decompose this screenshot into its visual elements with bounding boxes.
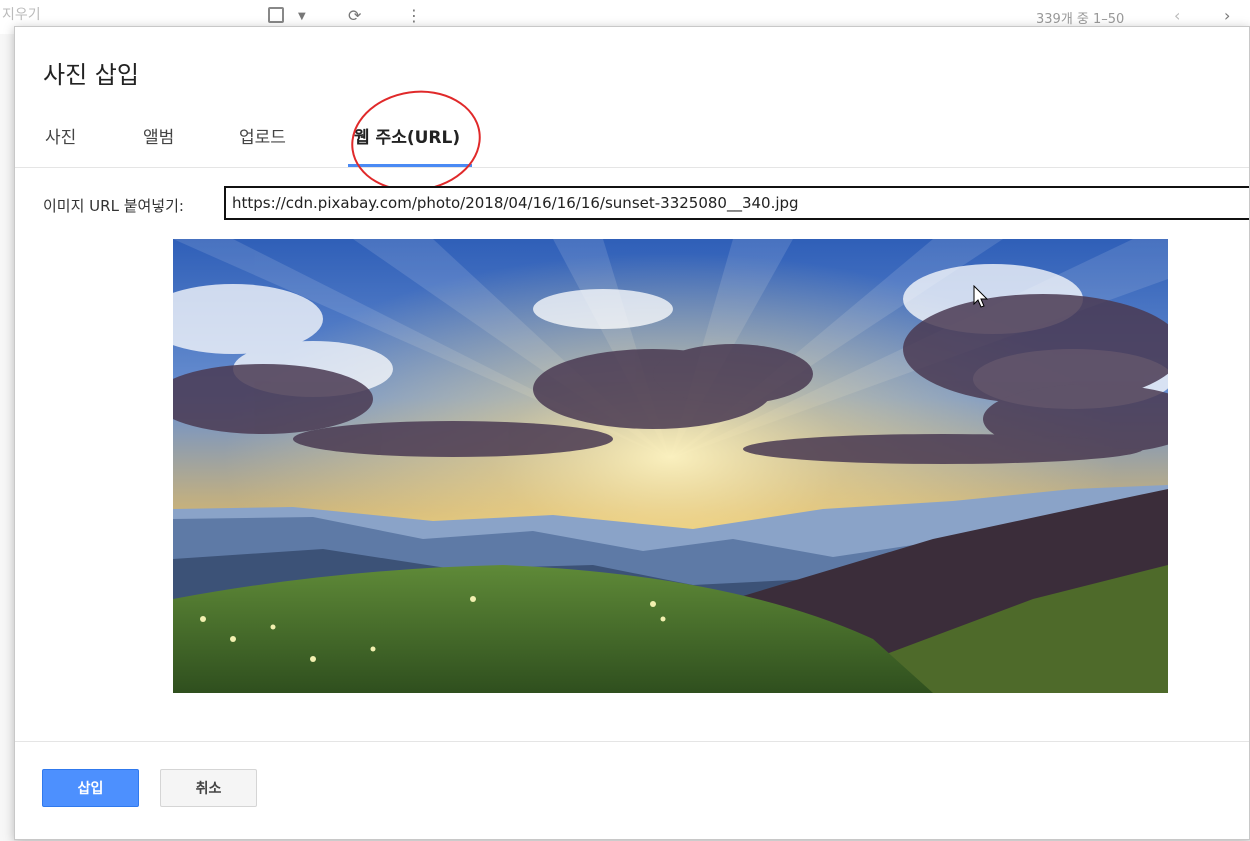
background-label: 지우기 [2, 7, 41, 23]
tab-bar: 사진 앨범 업로드 웹 주소(URL) [15, 115, 1249, 168]
refresh-icon[interactable]: ⟳ [348, 6, 361, 25]
more-options-icon[interactable]: ⋮ [406, 6, 422, 25]
mouse-pointer-icon [973, 284, 989, 313]
tab-upload[interactable]: 업로드 [239, 123, 286, 167]
highlight-circle [344, 82, 488, 200]
insert-button[interactable]: 삽입 [42, 769, 139, 807]
cancel-button[interactable]: 취소 [160, 769, 257, 807]
dialog-title: 사진 삽입 [43, 61, 139, 89]
message-count: 339개 중 1–50 [1036, 12, 1125, 27]
select-all-checkbox[interactable] [268, 7, 284, 23]
prev-page-icon[interactable]: ‹ [1174, 6, 1180, 25]
image-preview [173, 239, 1168, 693]
select-dropdown-icon[interactable]: ▼ [298, 11, 306, 22]
sunset-mountain-image [173, 239, 1168, 693]
tab-photos[interactable]: 사진 [45, 123, 76, 167]
next-page-icon[interactable]: › [1224, 6, 1230, 25]
footer-divider [15, 741, 1249, 742]
tab-albums[interactable]: 앨범 [143, 123, 174, 167]
url-label: 이미지 URL 붙여넣기: [43, 197, 184, 215]
background-sidebar [0, 34, 14, 841]
image-url-input[interactable] [224, 186, 1249, 220]
insert-photo-dialog: 사진 삽입 사진 앨범 업로드 웹 주소(URL) 이미지 URL 붙여넣기: [14, 26, 1250, 840]
